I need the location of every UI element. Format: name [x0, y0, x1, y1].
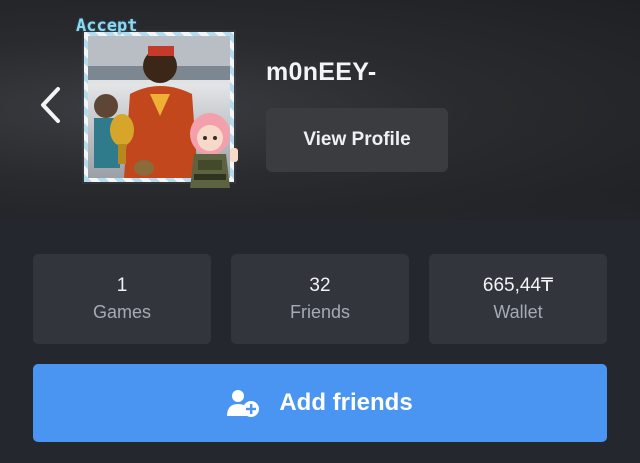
add-friends-button[interactable]: Add friends [33, 364, 607, 442]
avatar-frame-text: Accept [76, 16, 138, 36]
stat-label: Games [92, 302, 152, 322]
person-plus-icon [227, 388, 261, 418]
stat-friends[interactable]: 32 Friends [231, 254, 409, 344]
stat-games[interactable]: 1 Games [33, 254, 211, 344]
avatar[interactable]: Accept [76, 16, 251, 192]
anime-sticker [180, 108, 246, 197]
stat-value: 665,44₸ [482, 275, 554, 296]
stat-label: Wallet [493, 302, 543, 322]
stat-value: 1 [116, 275, 128, 296]
chevron-left-icon [38, 86, 62, 129]
stat-wallet[interactable]: 665,44₸ Wallet [429, 254, 607, 344]
view-profile-button[interactable]: View Profile [266, 108, 448, 172]
stat-label: Friends [289, 302, 351, 322]
add-friends-label: Add friends [279, 389, 413, 416]
profile-username: m0nEEY- [266, 58, 377, 86]
stats-row: 1 Games 32 Friends 665,44₸ Wallet [33, 254, 607, 344]
stat-value: 32 [309, 275, 331, 296]
back-button[interactable] [32, 86, 68, 128]
